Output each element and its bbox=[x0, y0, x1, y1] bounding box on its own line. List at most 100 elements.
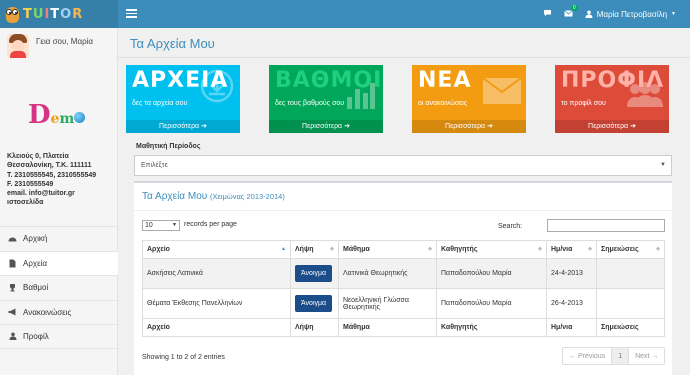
sidebar-item-files[interactable]: Αρχεία bbox=[0, 250, 118, 275]
sidebar-item-grades[interactable]: Βαθμοί bbox=[0, 275, 118, 300]
column-header-subject[interactable]: Μάθημα ◆ bbox=[338, 240, 437, 259]
column-header-teacher[interactable]: Καθηγητής ◆ bbox=[436, 240, 547, 259]
search-input[interactable] bbox=[547, 219, 665, 232]
sort-asc-icon: ▲ bbox=[281, 246, 286, 252]
caret-down-icon: ▼ bbox=[671, 11, 676, 17]
caret-down-icon: ▼ bbox=[660, 162, 666, 168]
trophy-icon bbox=[8, 283, 17, 292]
tile-title: ΑΡΧΕΙΑ bbox=[132, 68, 229, 93]
sort-icon: ◆ bbox=[428, 246, 432, 252]
page-length-select[interactable]: 10 ▼ bbox=[142, 220, 180, 231]
period-select[interactable]: Επιλέξτε ▼ bbox=[134, 155, 672, 176]
greeting: Γεια σου, Μαρία bbox=[36, 37, 94, 46]
cell-teacher: Παπαδοπούλου Μαρία bbox=[436, 288, 547, 319]
tile-more-link[interactable]: Περισσότερα ➔ bbox=[126, 120, 240, 133]
arrow-circle-right-icon: ➔ bbox=[487, 123, 493, 130]
cell-file: Θέματα Έκθεσης Πανελληνίων bbox=[142, 288, 291, 319]
cell-notes bbox=[596, 288, 665, 319]
sidebar-item-label: Ανακοινώσεις bbox=[23, 307, 72, 317]
column-header-date[interactable]: Ημ/νια ◆ bbox=[546, 240, 597, 259]
sidebar-item-home[interactable]: Αρχική bbox=[0, 226, 118, 251]
tile-grades[interactable]: ΒΑΘΜΟΙ δες τους βαθμούς σου Περισσότερα … bbox=[269, 65, 383, 133]
sidebar: Γεια σου, Μαρία Dem Κλειούς 0, Πλατεία Θ… bbox=[0, 28, 118, 375]
period-selected-value: Επιλέξτε bbox=[141, 162, 168, 169]
tile-subtitle: δες τα αρχεία σου bbox=[132, 100, 188, 107]
tile-profile[interactable]: ΠΡΟΦΙΛ το προφίλ σου Περισσότερα ➔ bbox=[555, 65, 669, 133]
cell-file: Ασκήσεις Λατινικά bbox=[142, 258, 291, 289]
contact-line: F. 2310555549 bbox=[7, 180, 54, 188]
sidebar-item-label: Βαθμοί bbox=[23, 283, 49, 293]
school-contact: Κλειούς 0, Πλατεία Θεσσαλονίκη, Τ.Κ. 111… bbox=[7, 152, 96, 208]
cell-notes bbox=[596, 258, 665, 289]
tile-title: ΠΡΟΦΙΛ bbox=[561, 68, 665, 93]
arrow-circle-right-icon: ➔ bbox=[344, 123, 350, 130]
column-header-notes[interactable]: Σημειώσεις ◆ bbox=[596, 240, 665, 259]
user-menu[interactable]: Μαρία Πετροβασίλη ▼ bbox=[585, 10, 676, 19]
previous-page-button[interactable]: ← Previous bbox=[563, 348, 613, 364]
sidebar-item-profile[interactable]: Προφίλ bbox=[0, 324, 118, 349]
files-box-title: Τα Αρχεία Μου (Χειμώνας 2013-2014) bbox=[142, 191, 285, 202]
page-title: Τα Αρχεία Μου bbox=[130, 36, 215, 51]
files-box-subtitle: (Χειμώνας 2013-2014) bbox=[210, 192, 285, 201]
next-page-button[interactable]: Next → bbox=[629, 348, 665, 364]
avatar bbox=[7, 34, 29, 58]
page-number-button[interactable]: 1 bbox=[612, 348, 630, 364]
caret-down-icon: ▼ bbox=[172, 222, 177, 228]
cell-subject: Λατινικά Θεωρητικής bbox=[338, 258, 437, 289]
pagination: ← Previous 1 Next → bbox=[562, 347, 666, 365]
column-header-file[interactable]: Αρχείο ▲ bbox=[142, 240, 291, 259]
sidebar-item-label: Προφίλ bbox=[23, 331, 49, 341]
tile-more-link[interactable]: Περισσότερα ➔ bbox=[269, 120, 383, 133]
cell-date: 24-4-2013 bbox=[546, 258, 597, 289]
sidebar-item-label: Αρχική bbox=[23, 234, 48, 244]
contact-line: Θεσσαλονίκη, Τ.Κ. 111111 bbox=[7, 162, 92, 170]
school-logo: Dem bbox=[28, 100, 86, 130]
open-file-button[interactable]: Άνοιγμα bbox=[295, 265, 333, 282]
contact-website[interactable]: ιστοσελίδα bbox=[7, 198, 96, 207]
tile-files[interactable]: ΑΡΧΕΙΑ δες τα αρχεία σου Περισσότερα ➔ bbox=[126, 65, 240, 133]
sidebar-toggle-icon[interactable] bbox=[126, 9, 137, 18]
contact-line: Κλειούς 0, Πλατεία bbox=[7, 153, 69, 160]
comments-icon[interactable] bbox=[543, 9, 552, 19]
tile-more-link[interactable]: Περισσότερα ➔ bbox=[412, 120, 526, 133]
box-divider bbox=[134, 210, 672, 211]
cell-date: 26-4-2013 bbox=[546, 288, 597, 319]
search-label: Search: bbox=[498, 223, 523, 230]
messages-badge: 0 bbox=[570, 4, 578, 11]
owl-icon bbox=[4, 4, 20, 24]
cell-subject: Νεοελληνική Γλώσσα Θεωρητικής bbox=[338, 288, 437, 319]
cell-download: Άνοιγμα bbox=[290, 288, 339, 319]
brand-logo[interactable]: TUITOR bbox=[0, 0, 118, 28]
files-box: Τα Αρχεία Μου (Χειμώνας 2013-2014) 10 ▼ r… bbox=[134, 181, 672, 375]
user-icon bbox=[8, 332, 17, 341]
sidebar-nav: Αρχική Αρχεία Βαθμοί Ανακοινώσεις Προφίλ bbox=[0, 226, 118, 349]
tile-title: ΒΑΘΜΟΙ bbox=[275, 68, 383, 93]
tile-more-link[interactable]: Περισσότερα ➔ bbox=[555, 120, 669, 133]
column-header-download[interactable]: Λήψη ◆ bbox=[290, 240, 339, 259]
tile-subtitle: το προφίλ σου bbox=[561, 100, 606, 107]
sort-icon: ◆ bbox=[330, 246, 334, 252]
tile-title: ΝΕΑ bbox=[418, 68, 472, 93]
user-icon bbox=[585, 10, 593, 18]
tile-subtitle: οι ανακοινώσεις bbox=[418, 100, 468, 107]
tile-subtitle: δες τους βαθμούς σου bbox=[275, 100, 345, 107]
arrow-circle-right-icon: ➔ bbox=[630, 123, 636, 130]
column-footer-download: Λήψη bbox=[290, 318, 339, 337]
bullhorn-icon bbox=[8, 308, 17, 317]
table-info: Showing 1 to 2 of 2 entries bbox=[142, 354, 225, 361]
messages-icon[interactable]: 0 bbox=[563, 4, 578, 19]
contact-email[interactable]: email. info@tuitor.gr bbox=[7, 189, 96, 198]
sort-icon: ◆ bbox=[656, 246, 660, 252]
arrow-circle-right-icon: ➔ bbox=[201, 123, 207, 130]
column-footer-notes: Σημειώσεις bbox=[596, 318, 665, 337]
open-file-button[interactable]: Άνοιγμα bbox=[295, 295, 333, 312]
sort-icon: ◆ bbox=[588, 246, 592, 252]
cell-download: Άνοιγμα bbox=[290, 258, 339, 289]
tile-news[interactable]: ΝΕΑ οι ανακοινώσεις Περισσότερα ➔ bbox=[412, 65, 526, 133]
envelope-icon bbox=[482, 77, 522, 104]
user-name: Μαρία Πετροβασίλη bbox=[596, 9, 668, 19]
sidebar-item-announcements[interactable]: Ανακοινώσεις bbox=[0, 299, 118, 325]
brand-wordmark: TUITOR bbox=[23, 6, 84, 22]
column-footer-file: Αρχείο bbox=[142, 318, 291, 337]
main-content: Τα Αρχεία Μου ΑΡΧΕΙΑ δες τα αρχεία σου Π… bbox=[118, 28, 690, 375]
